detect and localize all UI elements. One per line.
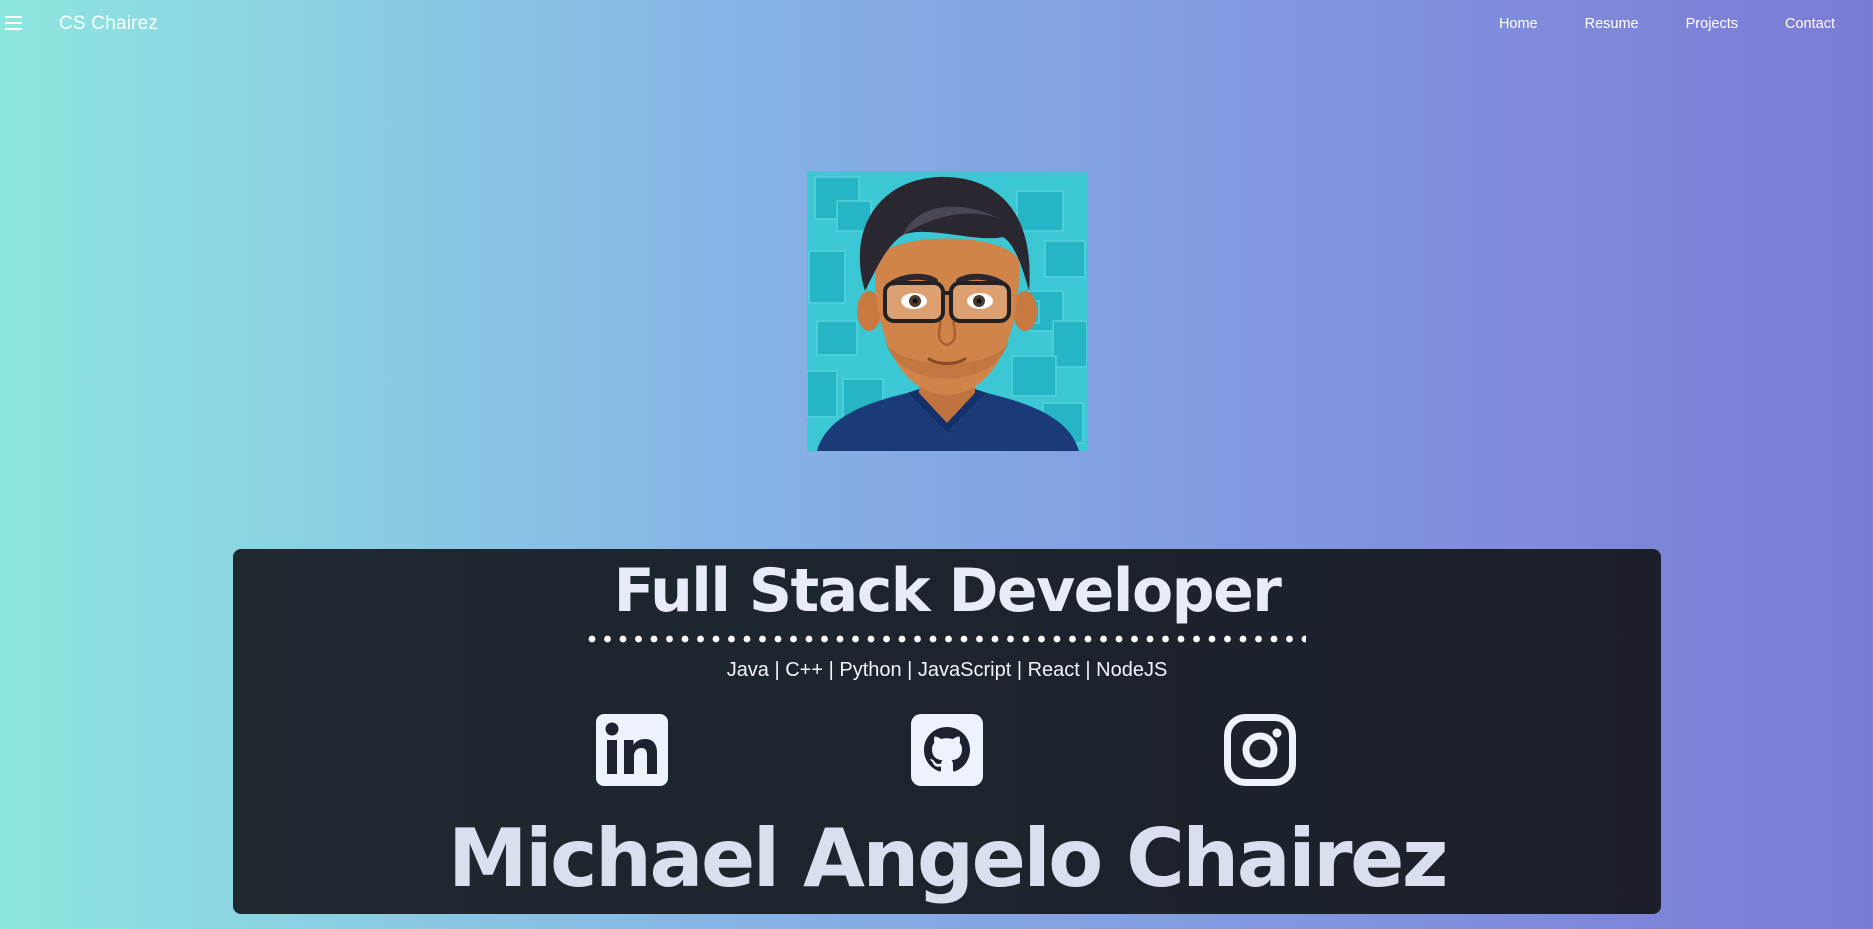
divider-dot <box>650 635 658 643</box>
divider-dot <box>681 635 689 643</box>
divider-dot <box>588 635 596 643</box>
divider-dot <box>604 635 611 643</box>
divider-dot <box>697 635 704 643</box>
divider-dot <box>898 635 906 643</box>
divider-dot <box>1239 635 1247 643</box>
divider-dot <box>1193 635 1200 643</box>
divider-dot <box>1038 635 1045 643</box>
divider-dot <box>619 635 627 643</box>
divider-dot <box>728 635 735 643</box>
nav-links: Home Resume Projects Contact <box>1452 16 1835 32</box>
hamburger-menu-icon[interactable] <box>5 16 25 32</box>
nav-home-link[interactable]: Home <box>1499 16 1538 32</box>
skills-list: Java | C++ | Python | JavaScript | React… <box>726 659 1168 681</box>
divider-dot <box>774 635 782 643</box>
divider-dot <box>945 635 952 643</box>
divider-dot <box>960 635 968 643</box>
divider-dot <box>790 635 797 643</box>
hero-card: Full Stack Developer Java | C++ | Python… <box>233 549 1661 914</box>
divider-dot <box>991 635 999 643</box>
divider-dot <box>666 635 673 643</box>
divider-dot <box>1224 635 1231 643</box>
divider-dot <box>1255 635 1262 643</box>
divider-dot <box>1146 635 1154 643</box>
github-icon[interactable] <box>911 714 983 786</box>
divider-dot <box>1301 635 1306 643</box>
divider-dot <box>1053 635 1061 643</box>
divider-dot <box>1162 635 1169 643</box>
nav-resume-link[interactable]: Resume <box>1585 16 1639 32</box>
hero-title: Full Stack Developer <box>613 556 1282 626</box>
linkedin-icon[interactable] <box>596 714 668 786</box>
dotted-divider <box>588 635 1306 643</box>
divider-dot <box>1208 635 1216 643</box>
divider-dot <box>712 635 720 643</box>
divider-dot <box>821 635 828 643</box>
divider-dot <box>1177 635 1185 643</box>
divider-dot <box>914 635 921 643</box>
divider-dot <box>1131 635 1138 643</box>
navbar: CS Chairez Home Resume Projects Contact <box>0 0 1873 50</box>
divider-dot <box>867 635 875 643</box>
person-name: Michael Angelo Chairez <box>448 812 1448 905</box>
divider-dot <box>929 635 937 643</box>
avatar-illustration <box>807 171 1087 451</box>
divider-dot <box>1084 635 1092 643</box>
avatar <box>807 171 1087 451</box>
divider-dot <box>976 635 983 643</box>
instagram-icon[interactable] <box>1224 714 1296 786</box>
divider-dot <box>883 635 890 643</box>
divider-dot <box>1069 635 1076 643</box>
divider-dot <box>1100 635 1107 643</box>
divider-dot <box>1022 635 1030 643</box>
divider-dot <box>1007 635 1014 643</box>
divider-dot <box>1115 635 1123 643</box>
divider-dot <box>1270 635 1278 643</box>
divider-dot <box>759 635 766 643</box>
divider-dot <box>852 635 859 643</box>
divider-dot <box>836 635 844 643</box>
divider-dot <box>1286 635 1293 643</box>
divider-dot <box>635 635 642 643</box>
divider-dot <box>805 635 813 643</box>
nav-projects-link[interactable]: Projects <box>1686 16 1738 32</box>
divider-dot <box>743 635 751 643</box>
nav-contact-link[interactable]: Contact <box>1785 16 1835 32</box>
brand-link[interactable]: CS Chairez <box>59 13 158 35</box>
